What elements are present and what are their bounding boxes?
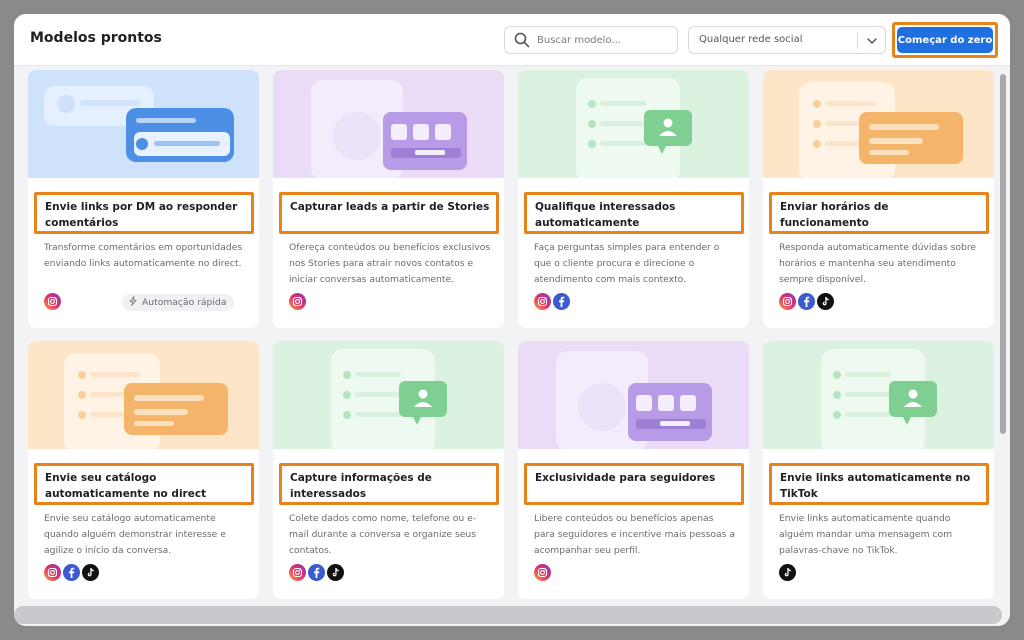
badge-label: Automação rápida — [142, 297, 227, 308]
instagram-icon — [534, 293, 551, 310]
card-thumbnail — [28, 341, 259, 449]
card-title: Enviar horários de funcionamento — [780, 201, 889, 229]
card-title: Capture informações de interessados — [290, 472, 432, 500]
card-title: Envie links automaticamente no TikTok — [780, 472, 971, 500]
social-network-select-value: Qualquer rede social — [699, 34, 803, 45]
card-thumbnail — [518, 70, 749, 178]
card-description: Colete dados como nome, telefone ou e-ma… — [289, 513, 477, 556]
template-card[interactable]: Enviar horários de funcionamento Responda… — [763, 70, 994, 328]
start-button-highlight: Começar do zero — [892, 22, 998, 58]
template-card[interactable]: Envie links automaticamente no TikTok Env… — [763, 341, 994, 599]
profile-chat-icon — [273, 341, 504, 449]
card-title-highlight: Capture informações de interessados — [279, 463, 499, 505]
social-networks — [534, 293, 572, 311]
facebook-icon — [798, 293, 815, 310]
social-networks — [44, 564, 101, 582]
vertical-scrollbar[interactable] — [1000, 74, 1006, 434]
story-icon — [518, 341, 749, 449]
tiktok-icon — [82, 564, 99, 581]
templates-modal: Modelos prontos Qualquer rede social Com… — [14, 14, 1010, 626]
template-card[interactable]: Exclusividade para seguidores Libere cont… — [518, 341, 749, 599]
card-description: Envie links automaticamente quando algué… — [779, 513, 953, 556]
social-networks — [534, 564, 553, 582]
social-network-select[interactable]: Qualquer rede social — [688, 26, 886, 54]
bolt-icon — [129, 296, 137, 306]
card-thumbnail — [518, 341, 749, 449]
card-thumbnail — [28, 70, 259, 178]
instagram-icon — [534, 564, 551, 581]
card-title-highlight: Qualifique interessados automaticamente — [524, 192, 744, 234]
instagram-icon — [44, 564, 61, 581]
search-input[interactable] — [537, 31, 667, 49]
template-card[interactable]: Envie links por DM ao responder comentár… — [28, 70, 259, 328]
tiktok-icon — [817, 293, 834, 310]
template-card[interactable]: Capture informações de interessados Colet… — [273, 341, 504, 599]
card-title-highlight: Capturar leads a partir de Stories — [279, 192, 499, 234]
story-icon — [273, 70, 504, 178]
card-description: Faça perguntas simples para entender o q… — [534, 242, 720, 285]
card-title: Exclusividade para seguidores — [535, 472, 716, 484]
card-title-highlight: Envie links por DM ao responder comentár… — [34, 192, 254, 234]
card-title: Capturar leads a partir de Stories — [290, 201, 490, 213]
card-thumbnail — [763, 70, 994, 178]
social-networks — [779, 293, 836, 311]
instagram-icon — [289, 564, 306, 581]
page-title: Modelos prontos — [30, 30, 162, 46]
facebook-icon — [553, 293, 570, 310]
templates-grid: Envie links por DM ao responder comentár… — [28, 70, 1000, 604]
select-divider — [857, 33, 858, 49]
card-title-highlight: Enviar horários de funcionamento — [769, 192, 989, 234]
template-card[interactable]: Qualifique interessados automaticamente F… — [518, 70, 749, 328]
quick-automation-badge: Automação rápida — [122, 294, 235, 311]
start-from-scratch-button[interactable]: Começar do zero — [897, 27, 993, 53]
horizontal-scrollbar[interactable] — [14, 606, 1002, 624]
instagram-icon — [44, 293, 61, 310]
card-description: Transforme comentários em oportunidades … — [44, 242, 243, 269]
facebook-icon — [308, 564, 325, 581]
chevron-down-icon[interactable] — [865, 34, 879, 48]
card-thumbnail — [273, 341, 504, 449]
template-card[interactable]: Envie seu catálogo automaticamente no di… — [28, 341, 259, 599]
profile-chat-icon — [518, 70, 749, 178]
link-card-icon — [28, 70, 259, 178]
social-networks — [779, 564, 798, 582]
card-thumbnail — [763, 341, 994, 449]
card-description: Libere conteúdos ou benefícios apenas pa… — [534, 513, 735, 556]
card-description: Ofereça conteúdos ou benefícios exclusiv… — [289, 242, 491, 285]
modal-header: Modelos prontos Qualquer rede social Com… — [14, 14, 1010, 66]
card-description: Responda automaticamente dúvidas sobre h… — [779, 242, 977, 285]
card-thumbnail — [273, 70, 504, 178]
instagram-icon — [779, 293, 796, 310]
card-title: Qualifique interessados automaticamente — [535, 201, 676, 229]
tiktok-icon — [327, 564, 344, 581]
profile-chat-icon — [763, 341, 994, 449]
template-card[interactable]: Capturar leads a partir de Stories Ofereç… — [273, 70, 504, 328]
facebook-icon — [63, 564, 80, 581]
card-title: Envie links por DM ao responder comentár… — [45, 201, 238, 229]
social-networks — [289, 293, 308, 311]
social-networks — [44, 293, 63, 311]
card-description: Envie seu catálogo automaticamente quand… — [44, 513, 226, 556]
instagram-icon — [289, 293, 306, 310]
social-networks — [289, 564, 346, 582]
list-card-icon — [28, 341, 259, 449]
card-title-highlight: Exclusividade para seguidores — [524, 463, 744, 505]
card-title: Envie seu catálogo automaticamente no di… — [45, 472, 207, 500]
card-title-highlight: Envie links automaticamente no TikTok — [769, 463, 989, 505]
card-title-highlight: Envie seu catálogo automaticamente no di… — [34, 463, 254, 505]
search-icon — [514, 32, 530, 48]
search-box[interactable] — [504, 26, 678, 54]
list-card-icon — [763, 70, 994, 178]
tiktok-icon — [779, 564, 796, 581]
